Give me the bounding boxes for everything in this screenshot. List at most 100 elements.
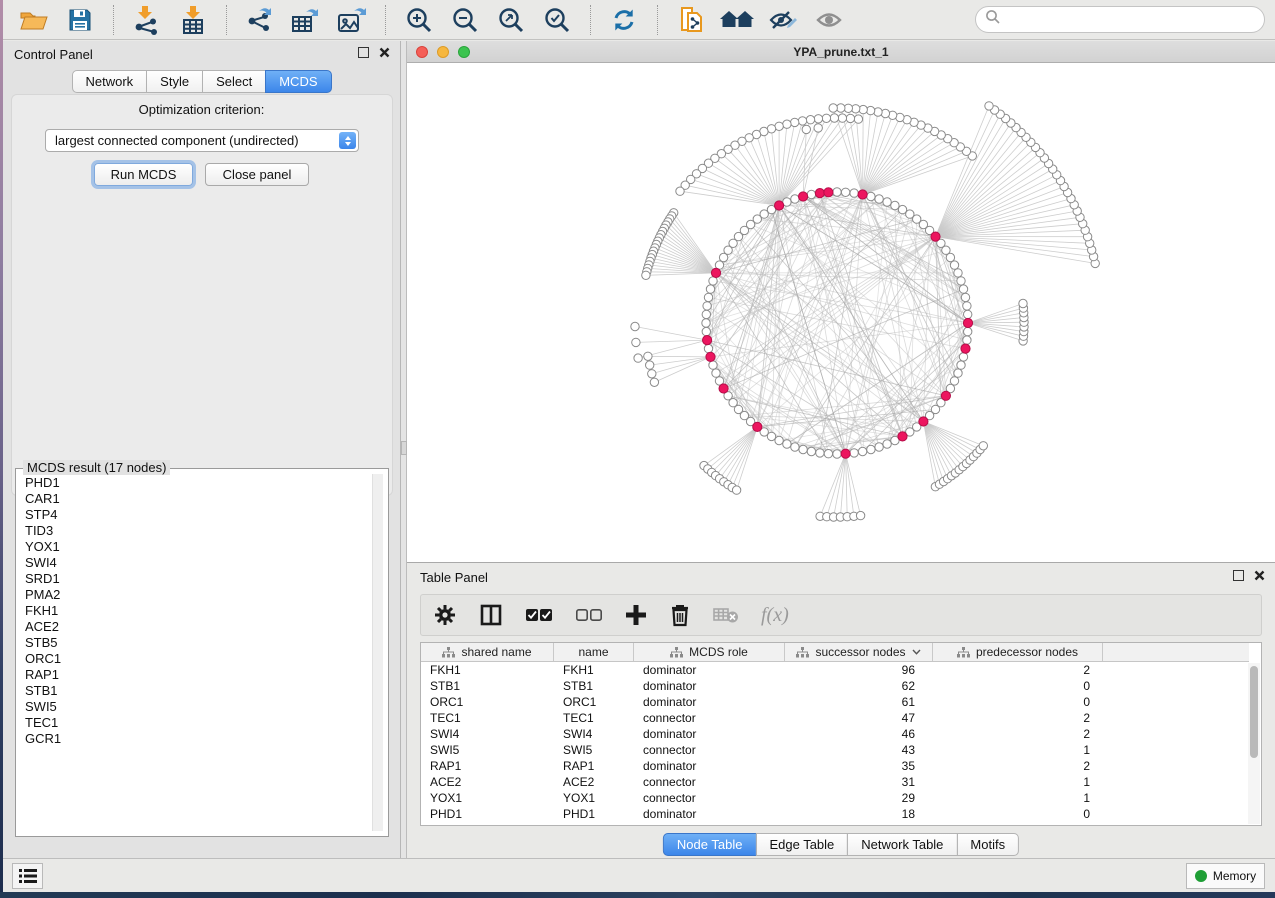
column-header-name[interactable]: name bbox=[554, 643, 634, 661]
network-canvas[interactable] bbox=[407, 63, 1275, 559]
dominator-node[interactable] bbox=[799, 192, 808, 201]
open-folder-icon[interactable] bbox=[13, 3, 55, 37]
tab-style[interactable]: Style bbox=[146, 70, 203, 93]
tab-network-table[interactable]: Network Table bbox=[847, 833, 957, 856]
export-table-icon[interactable] bbox=[285, 3, 327, 37]
dominator-node[interactable] bbox=[824, 188, 833, 197]
network-node[interactable] bbox=[959, 285, 967, 293]
close-panel-icon[interactable] bbox=[379, 47, 390, 58]
float-panel-icon[interactable] bbox=[358, 47, 369, 58]
network-node[interactable] bbox=[883, 440, 891, 448]
network-node[interactable] bbox=[775, 436, 783, 444]
select-all-checkboxes-icon[interactable] bbox=[525, 600, 553, 630]
network-node[interactable] bbox=[807, 447, 815, 455]
column-header-successor-nodes[interactable]: successor nodes bbox=[785, 643, 933, 661]
tab-network[interactable]: Network bbox=[71, 70, 147, 93]
show-all-icon[interactable] bbox=[808, 3, 850, 37]
table-row[interactable]: RAP1RAP1dominator352 bbox=[421, 758, 1249, 774]
network-node[interactable] bbox=[732, 486, 740, 494]
zoom-out-icon[interactable] bbox=[444, 3, 486, 37]
network-node[interactable] bbox=[709, 361, 717, 369]
dominator-node[interactable] bbox=[703, 336, 712, 345]
network-node[interactable] bbox=[850, 189, 858, 197]
dominator-node[interactable] bbox=[963, 318, 972, 327]
network-node[interactable] bbox=[963, 336, 971, 344]
add-row-icon[interactable] bbox=[625, 600, 647, 630]
dominator-node[interactable] bbox=[815, 189, 824, 198]
table-row[interactable]: PHD1PHD1dominator180 bbox=[421, 806, 1249, 822]
delete-table-icon[interactable] bbox=[713, 600, 739, 630]
list-item[interactable]: SRD1 bbox=[17, 571, 369, 587]
dominator-node[interactable] bbox=[841, 449, 850, 458]
list-item[interactable]: ORC1 bbox=[17, 651, 369, 667]
network-node[interactable] bbox=[829, 104, 837, 112]
network-node[interactable] bbox=[632, 338, 640, 346]
network-node[interactable] bbox=[957, 277, 965, 285]
export-image-icon[interactable] bbox=[331, 3, 373, 37]
network-node[interactable] bbox=[706, 285, 714, 293]
network-node[interactable] bbox=[704, 293, 712, 301]
list-item[interactable]: YOX1 bbox=[17, 539, 369, 555]
network-node[interactable] bbox=[850, 449, 858, 457]
table-row[interactable]: STB1STB1dominator620 bbox=[421, 678, 1249, 694]
network-node[interactable] bbox=[964, 310, 972, 318]
network-node[interactable] bbox=[822, 114, 830, 122]
network-node[interactable] bbox=[867, 192, 875, 200]
network-node[interactable] bbox=[646, 361, 654, 369]
network-node[interactable] bbox=[954, 369, 962, 377]
zoom-in-icon[interactable] bbox=[398, 3, 440, 37]
network-node[interactable] bbox=[634, 354, 642, 362]
network-node[interactable] bbox=[950, 261, 958, 269]
column-header-MCDS-role[interactable]: MCDS role bbox=[634, 643, 785, 661]
network-node[interactable] bbox=[1019, 299, 1027, 307]
network-node[interactable] bbox=[719, 253, 727, 261]
network-node[interactable] bbox=[841, 188, 849, 196]
list-item[interactable]: FKH1 bbox=[17, 603, 369, 619]
network-node[interactable] bbox=[816, 449, 824, 457]
refresh-icon[interactable] bbox=[603, 3, 645, 37]
zoom-fit-icon[interactable] bbox=[490, 3, 532, 37]
network-node[interactable] bbox=[791, 443, 799, 451]
network-node[interactable] bbox=[961, 293, 969, 301]
table-row[interactable]: ACE2ACE2connector311 bbox=[421, 774, 1249, 790]
list-item[interactable]: STB1 bbox=[17, 683, 369, 699]
column-header-shared-name[interactable]: shared name bbox=[421, 643, 554, 661]
network-node[interactable] bbox=[648, 370, 656, 378]
network-node[interactable] bbox=[875, 195, 883, 203]
tab-select[interactable]: Select bbox=[202, 70, 266, 93]
network-node[interactable] bbox=[854, 115, 862, 123]
list-item[interactable]: GCR1 bbox=[17, 731, 369, 747]
hide-selected-icon[interactable] bbox=[762, 3, 804, 37]
save-icon[interactable] bbox=[59, 3, 101, 37]
network-node[interactable] bbox=[799, 445, 807, 453]
network-node[interactable] bbox=[957, 361, 965, 369]
network-node[interactable] bbox=[824, 450, 832, 458]
search-field[interactable] bbox=[975, 6, 1265, 33]
network-node[interactable] bbox=[791, 195, 799, 203]
network-node[interactable] bbox=[642, 271, 650, 279]
network-node[interactable] bbox=[979, 442, 987, 450]
dominator-node[interactable] bbox=[931, 232, 940, 241]
tab-mcds[interactable]: MCDS bbox=[265, 70, 331, 93]
network-node[interactable] bbox=[644, 352, 652, 360]
columns-icon[interactable] bbox=[479, 600, 503, 630]
network-node[interactable] bbox=[783, 120, 791, 128]
dominator-node[interactable] bbox=[941, 391, 950, 400]
network-node[interactable] bbox=[712, 369, 720, 377]
list-item[interactable]: TID3 bbox=[17, 523, 369, 539]
network-node[interactable] bbox=[702, 319, 710, 327]
network-window-titlebar[interactable]: YPA_prune.txt_1 bbox=[407, 41, 1275, 63]
tab-node-table[interactable]: Node Table bbox=[663, 833, 757, 856]
network-node[interactable] bbox=[791, 118, 799, 126]
dominator-node[interactable] bbox=[753, 422, 762, 431]
dominator-node[interactable] bbox=[858, 190, 867, 199]
network-node[interactable] bbox=[838, 114, 846, 122]
close-panel-button[interactable]: Close panel bbox=[205, 163, 309, 186]
network-node[interactable] bbox=[950, 377, 958, 385]
network-node[interactable] bbox=[875, 443, 883, 451]
network-node[interactable] bbox=[867, 445, 875, 453]
list-item[interactable]: ACE2 bbox=[17, 619, 369, 635]
close-table-panel-icon[interactable] bbox=[1254, 570, 1265, 581]
network-node[interactable] bbox=[833, 450, 841, 458]
network-node[interactable] bbox=[846, 114, 854, 122]
